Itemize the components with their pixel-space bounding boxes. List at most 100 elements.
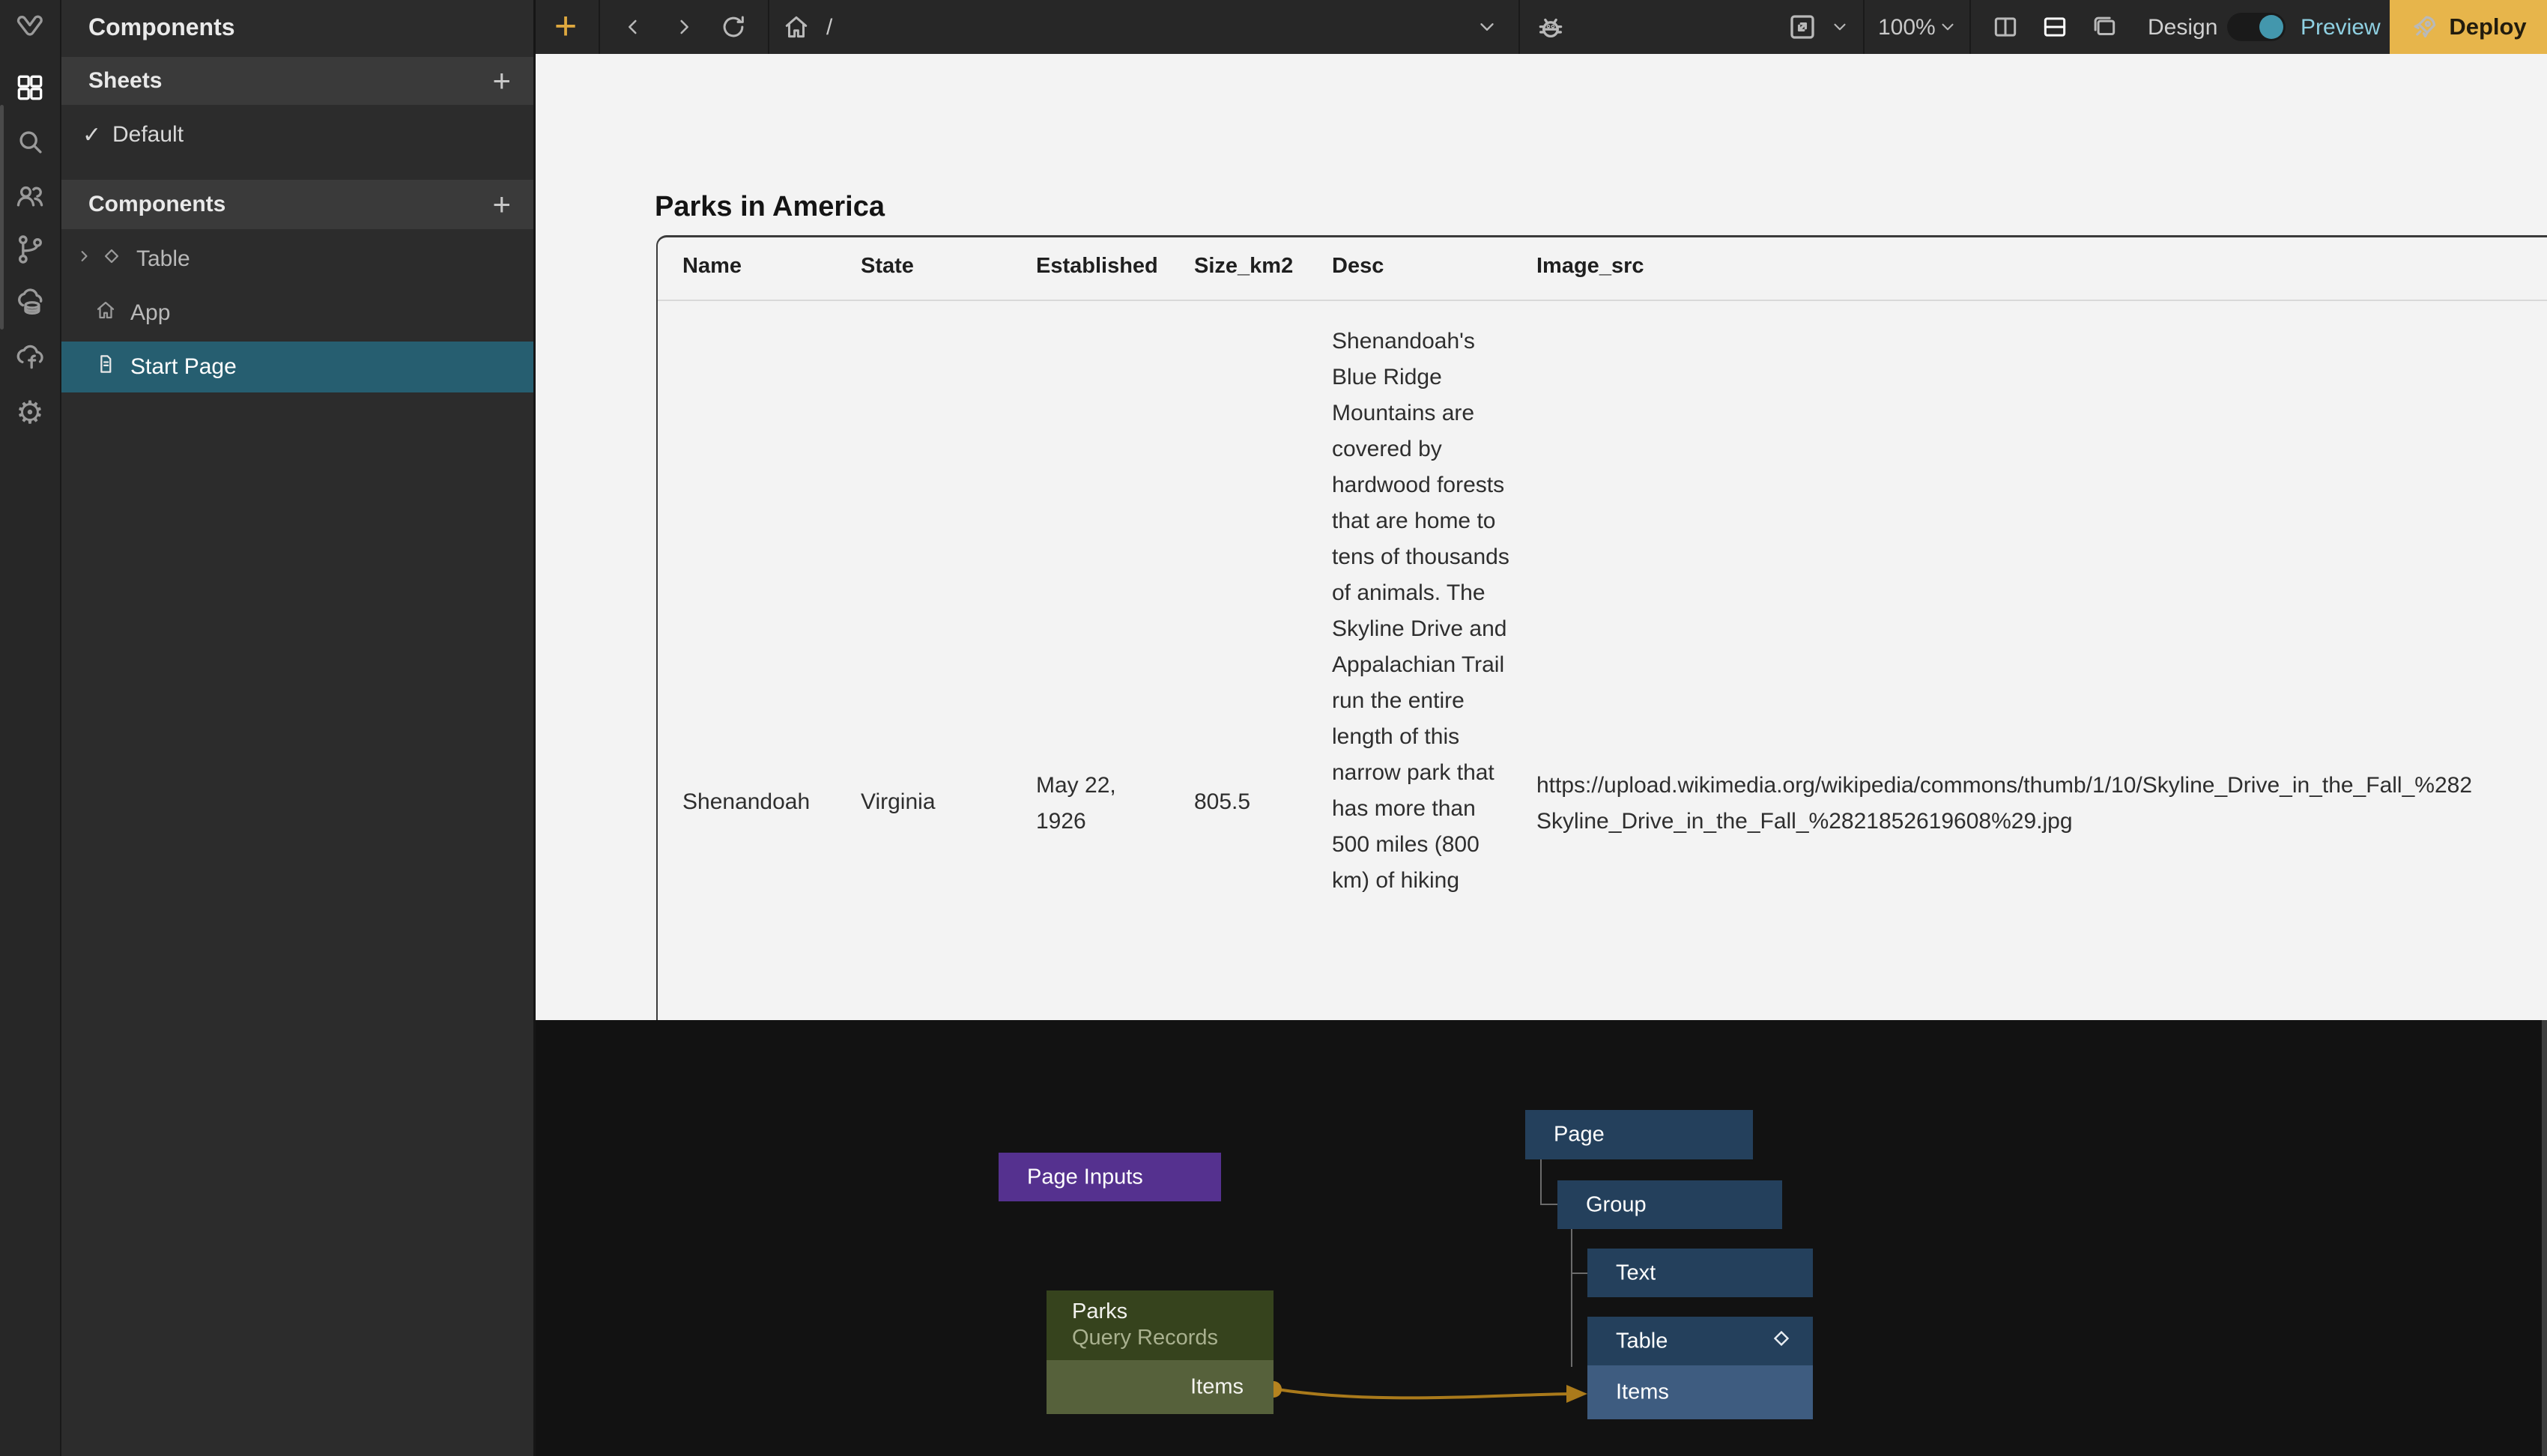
add-sheet-icon[interactable]: + <box>492 65 511 97</box>
column-header-image-src[interactable]: Image_src <box>1536 254 1644 279</box>
divider <box>768 0 769 54</box>
home-icon <box>94 299 117 327</box>
preview-canvas: Parks in America Name State Established … <box>536 54 2547 1020</box>
nav-forward-button[interactable] <box>670 13 697 40</box>
graph-edges <box>536 1020 2547 1456</box>
toggle-knob <box>2259 15 2283 39</box>
node-label: Group <box>1586 1192 1647 1217</box>
node-text[interactable]: Text <box>1587 1249 1813 1297</box>
nav-back-button[interactable] <box>620 13 646 40</box>
parks-items-port-row[interactable]: Items <box>1047 1360 1274 1414</box>
components-grid-icon[interactable] <box>13 70 47 105</box>
stacked-windows-icon[interactable] <box>2089 12 2119 42</box>
node-page-inputs[interactable]: Page Inputs <box>999 1153 1221 1201</box>
component-name: Table <box>136 246 190 272</box>
home-page-button[interactable] <box>781 12 811 42</box>
divider <box>599 0 600 54</box>
split-columns-icon[interactable] <box>1990 12 2020 42</box>
debug-bug-icon[interactable] <box>1533 10 1568 45</box>
node-table[interactable]: Table <box>1587 1317 1813 1365</box>
zoom-level-dropdown[interactable]: 100% <box>1878 15 1936 40</box>
sheets-section-header[interactable]: Sheets + <box>61 57 533 105</box>
table-header-divider <box>658 300 2547 301</box>
image-url-line1: https://upload.wikimedia.org/wikipedia/c… <box>1536 768 2472 804</box>
cell-state[interactable]: Virginia <box>861 784 936 820</box>
page-selector-chevron-icon[interactable] <box>1476 16 1498 38</box>
sidebar-item-start-page[interactable]: Start Page <box>61 342 533 392</box>
git-branch-icon[interactable] <box>13 232 47 267</box>
cell-name[interactable]: Shenandoah <box>682 784 810 820</box>
sheet-name: Default <box>112 122 184 148</box>
component-name: App <box>130 300 170 326</box>
page-path[interactable]: / <box>826 15 832 40</box>
output-port-label: Items <box>1190 1375 1244 1400</box>
node-label: Page <box>1554 1123 1605 1147</box>
deploy-label: Deploy <box>2449 13 2526 40</box>
parks-table[interactable] <box>656 235 2547 1020</box>
data-flow-panel: Page Inputs Parks Query Records Items Pa… <box>536 1020 2547 1456</box>
divider <box>1518 0 1520 54</box>
app-window: ⚙ Components Sheets + ✓ Default Componen… <box>0 0 2547 1456</box>
sheets-label: Sheets <box>88 68 162 94</box>
add-button[interactable]: + <box>549 10 582 43</box>
sidebar-item-table[interactable]: Table <box>61 235 533 283</box>
sidebar-item-app[interactable]: App <box>61 289 533 337</box>
cloud-database-icon[interactable] <box>13 286 47 321</box>
users-icon[interactable] <box>13 178 47 213</box>
diamond-icon <box>1769 1326 1793 1356</box>
cell-image-src[interactable]: https://upload.wikimedia.org/wikipedia/c… <box>1536 768 2472 840</box>
node-label: Page Inputs <box>1027 1165 1143 1189</box>
icon-rail: ⚙ <box>0 0 61 1456</box>
query-type: Query Records <box>1072 1326 1274 1350</box>
node-group[interactable]: Group <box>1557 1180 1782 1229</box>
rail-scrollbar[interactable] <box>0 105 4 330</box>
components-label: Components <box>88 192 225 217</box>
design-preview-toggle[interactable] <box>2227 13 2286 41</box>
node-label: Items <box>1616 1380 1669 1405</box>
node-page[interactable]: Page <box>1525 1110 1753 1159</box>
design-mode-label[interactable]: Design <box>2148 15 2217 40</box>
parks-query-header: Parks Query Records <box>1047 1290 1274 1360</box>
column-header-desc[interactable]: Desc <box>1332 254 1384 279</box>
cell-established[interactable]: May 22, 1926 <box>1036 768 1133 840</box>
components-section-header[interactable]: Components + <box>61 180 533 229</box>
chevron-right-icon[interactable] <box>73 246 94 273</box>
zoom-chevron-icon[interactable] <box>1938 17 1957 37</box>
fit-screen-chevron-icon[interactable] <box>1830 17 1850 37</box>
column-header-state[interactable]: State <box>861 254 914 279</box>
divider <box>1863 0 1865 54</box>
image-url-line2: Skyline_Drive_in_the_Fall_%2821852619608… <box>1536 804 2472 840</box>
diamond-icon <box>100 245 123 273</box>
search-icon[interactable] <box>13 124 47 159</box>
components-sidebar: Components Sheets + ✓ Default Components… <box>61 0 536 1456</box>
refresh-button[interactable] <box>718 12 748 42</box>
panel-scrollbar[interactable] <box>2542 1020 2547 1456</box>
column-header-size-km2[interactable]: Size_km2 <box>1194 254 1293 279</box>
check-icon: ✓ <box>82 122 112 148</box>
preview-mode-label[interactable]: Preview <box>2301 15 2381 40</box>
node-label: Text <box>1616 1261 1656 1285</box>
top-toolbar: + / 100% <box>536 0 2547 54</box>
split-rows-icon[interactable] <box>2040 12 2070 42</box>
column-header-name[interactable]: Name <box>682 254 742 279</box>
fit-screen-icon[interactable] <box>1787 11 1818 43</box>
rocket-icon <box>2410 12 2440 42</box>
sidebar-item-default-sheet[interactable]: ✓ Default <box>61 111 533 159</box>
page-title: Parks in America <box>655 191 885 223</box>
sidebar-title: Components <box>61 0 533 54</box>
add-component-icon[interactable]: + <box>492 189 511 220</box>
node-label: Table <box>1616 1329 1668 1353</box>
file-icon <box>94 353 117 381</box>
cloud-functions-icon[interactable] <box>13 340 47 374</box>
node-table-items-input[interactable]: Items <box>1587 1365 1813 1419</box>
app-logo-icon[interactable] <box>13 10 47 45</box>
divider <box>1969 0 1971 54</box>
node-parks-query[interactable]: Parks Query Records Items <box>1047 1290 1274 1414</box>
settings-gear-icon[interactable]: ⚙ <box>13 395 47 430</box>
column-header-established[interactable]: Established <box>1036 254 1158 279</box>
cell-desc[interactable]: Shenandoah's Blue Ridge Mountains are co… <box>1332 324 1509 899</box>
cell-size-km2[interactable]: 805.5 <box>1194 784 1250 820</box>
query-name: Parks <box>1072 1299 1274 1324</box>
deploy-button[interactable]: Deploy <box>2390 0 2547 54</box>
component-name: Start Page <box>130 354 237 380</box>
